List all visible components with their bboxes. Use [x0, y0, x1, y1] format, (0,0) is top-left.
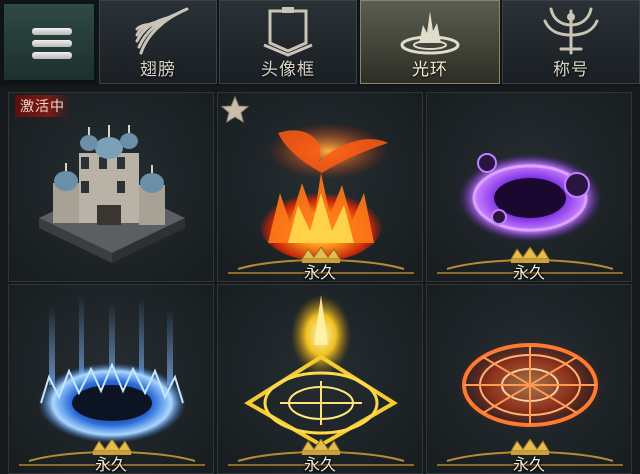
menu-button[interactable]: [2, 2, 96, 82]
tab-wings[interactable]: 翅膀: [99, 0, 217, 84]
tab-label: 称号: [553, 60, 589, 80]
duration-label: 永久: [303, 455, 336, 474]
item-card-purple-aura[interactable]: 永久: [426, 92, 632, 282]
tab-avatar-frame[interactable]: 头像框: [219, 0, 357, 84]
aura-grid: 激活中 永久 永久 永久 永久 永久: [0, 90, 640, 474]
tab-title[interactable]: 称号: [502, 0, 640, 84]
duration-label: 永久: [512, 263, 545, 282]
favorite-star-icon[interactable]: [220, 95, 250, 129]
duration-label: 永久: [94, 455, 127, 474]
item-footer: 永久: [218, 247, 422, 281]
wings-icon: [123, 5, 193, 61]
tab-label: 头像框: [261, 60, 315, 80]
item-footer: 永久: [427, 439, 631, 473]
menu-icon: [32, 28, 72, 64]
tab-bar: 翅膀 头像框 光环 称号: [0, 0, 640, 86]
item-footer: 永久: [218, 439, 422, 473]
tab-aura[interactable]: 光环: [360, 0, 500, 84]
avatar-frame-icon: [258, 5, 318, 61]
item-card-castle[interactable]: 激活中: [8, 92, 214, 282]
duration-label: 永久: [512, 455, 545, 474]
item-card-blue-aura[interactable]: 永久: [8, 284, 214, 474]
castle-image: [39, 125, 185, 263]
duration-label: 永久: [303, 263, 336, 282]
status-badge: 激活中: [15, 95, 70, 117]
tab-label: 翅膀: [140, 60, 176, 80]
item-card-golden-aura[interactable]: 永久: [217, 284, 423, 474]
item-card-red-aura[interactable]: 永久: [426, 284, 632, 474]
item-footer: 永久: [9, 439, 213, 473]
tab-label: 光环: [412, 60, 448, 80]
item-footer: 永久: [427, 247, 631, 281]
title-emblem-icon: [539, 5, 603, 61]
item-card-fire-aura[interactable]: 永久: [217, 92, 423, 282]
aura-icon: [395, 5, 465, 61]
